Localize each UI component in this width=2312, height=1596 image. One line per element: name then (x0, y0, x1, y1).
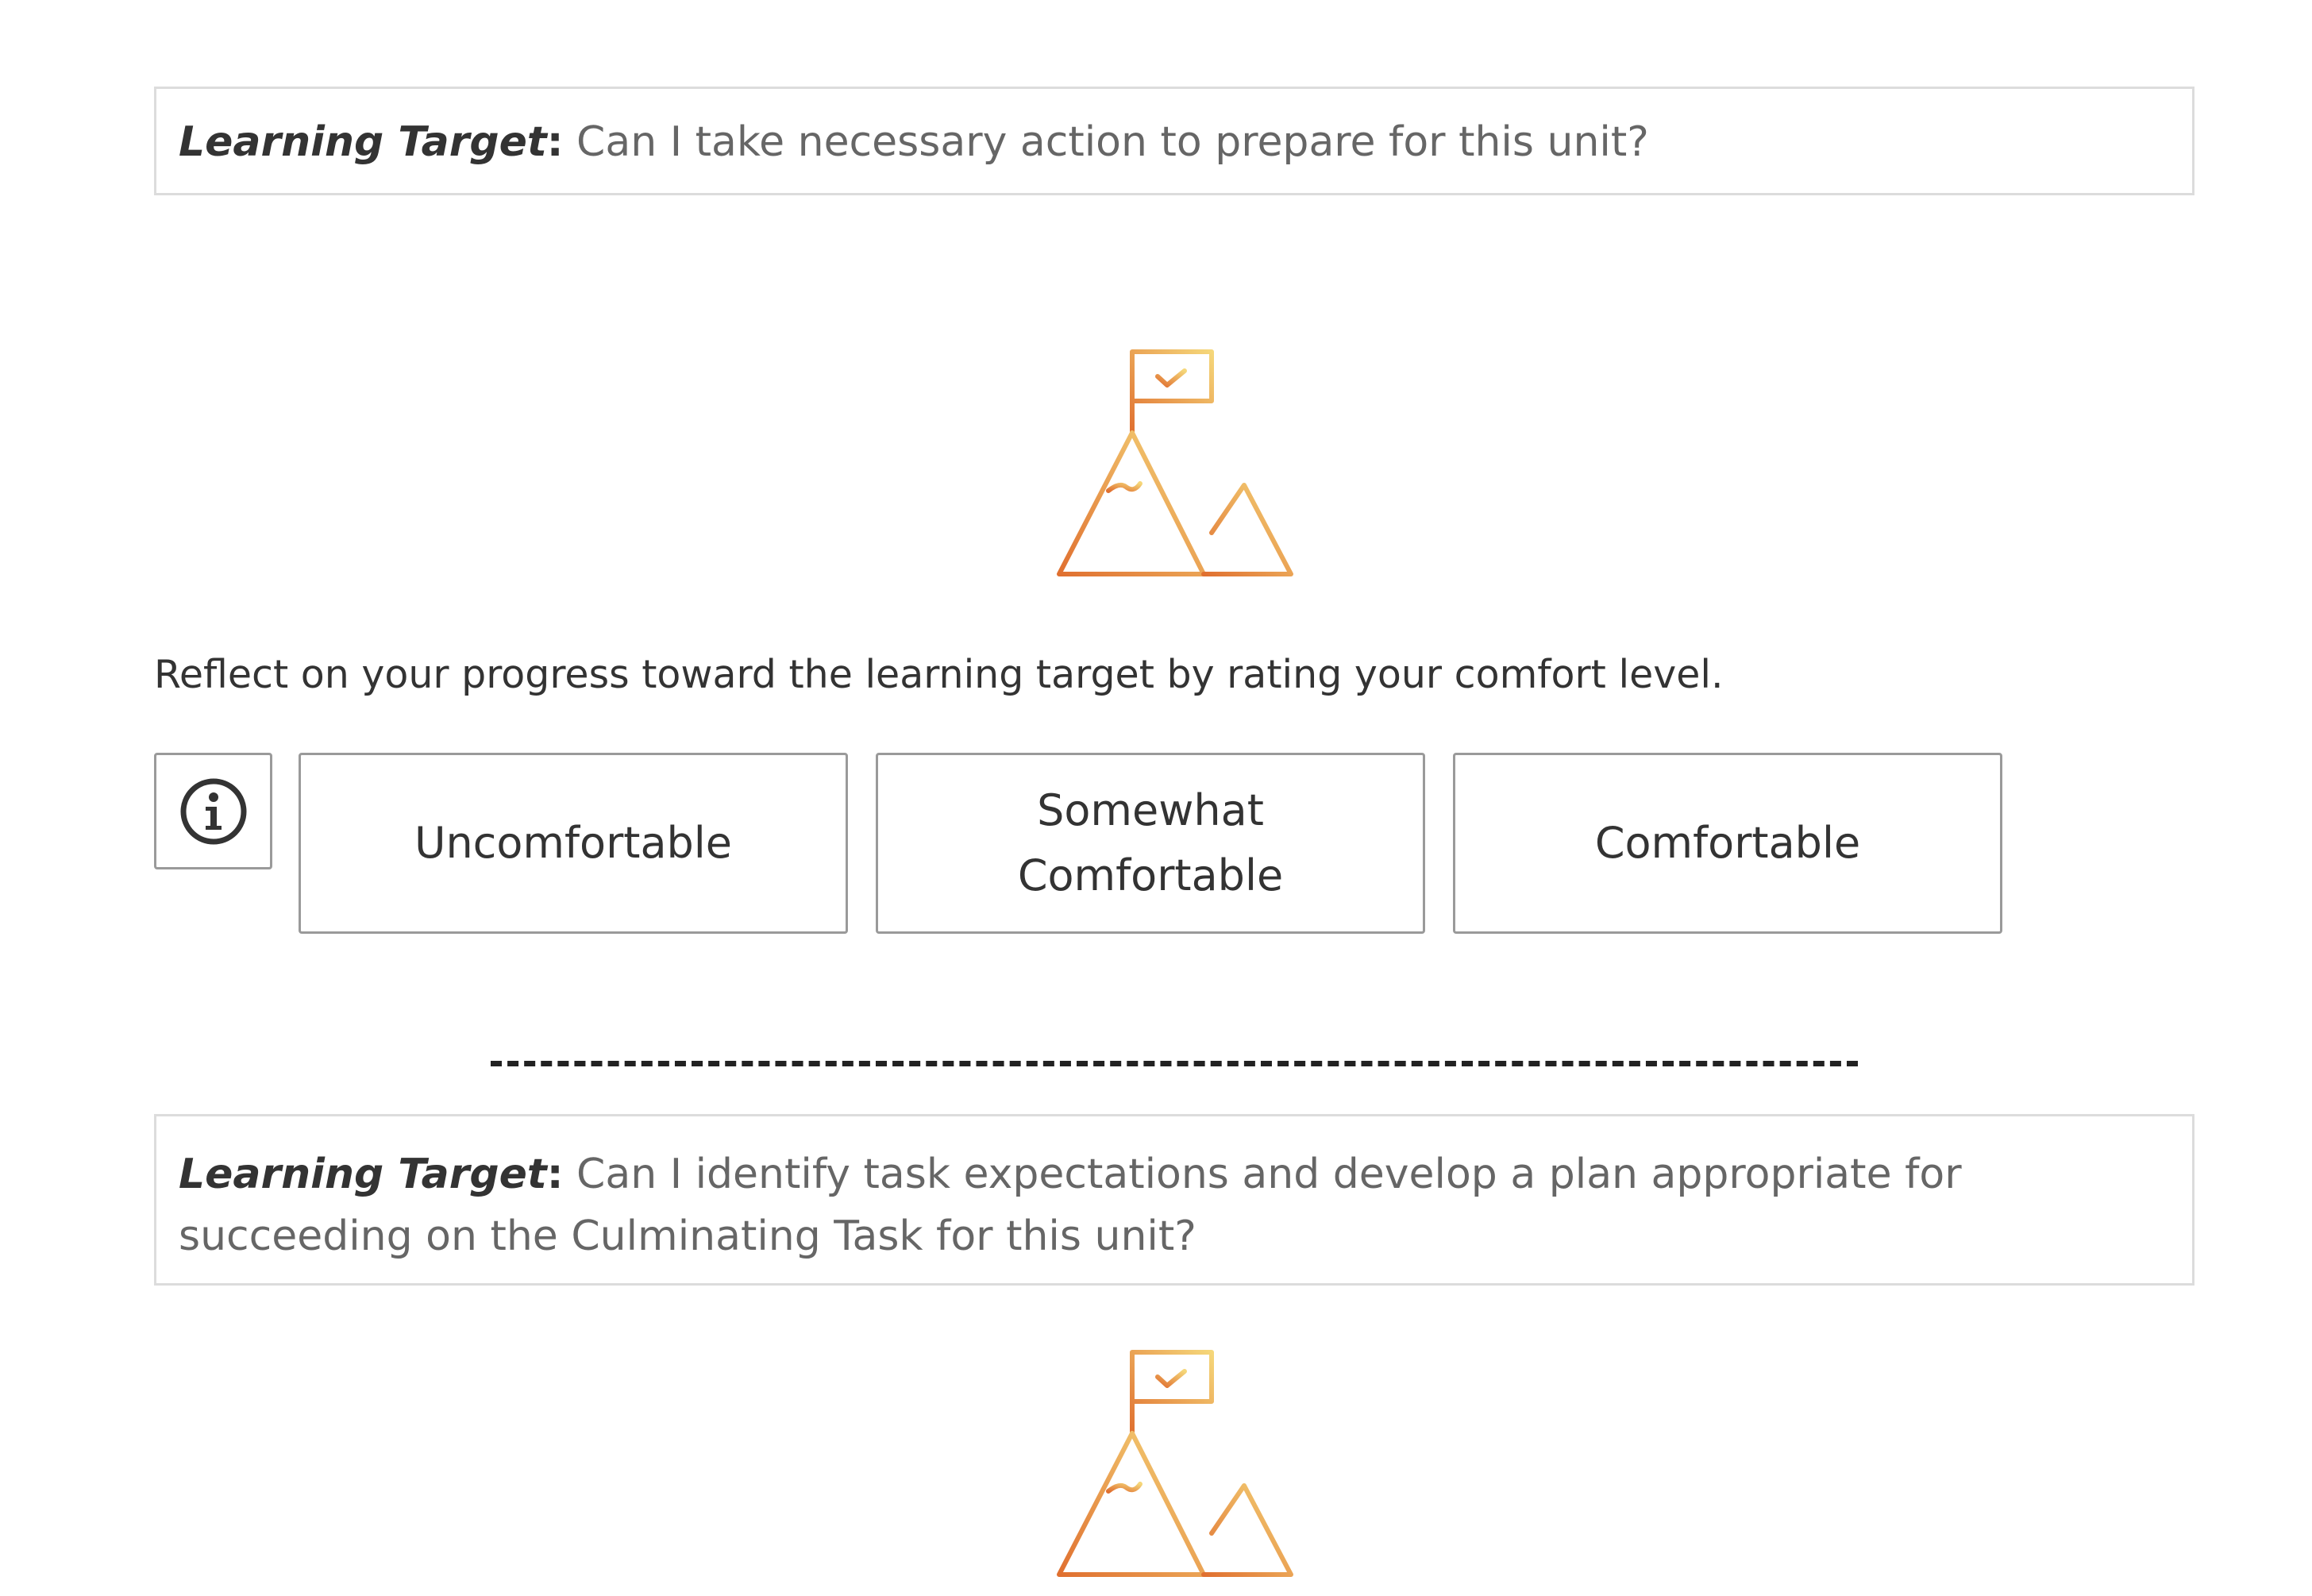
info-circle-icon (180, 778, 246, 844)
rating-prompt: Reflect on your progress toward the lear… (154, 652, 1724, 697)
rating-option-label: Somewhat Comfortable (1017, 785, 1284, 900)
learning-target-colon: : (546, 1151, 564, 1198)
rating-option-label: Uncomfortable (414, 818, 733, 868)
learning-target-question: Can I take necessary action to prepare f… (576, 118, 1649, 166)
mountain-flag-icon (1048, 1338, 1302, 1584)
info-button[interactable] (154, 753, 272, 869)
learning-target-label: Learning Target (179, 118, 547, 166)
mountain-flag-icon (1048, 337, 1302, 584)
learning-target-box: Learning Target: Can I identify task exp… (154, 1114, 2194, 1286)
rating-comfortable-button[interactable]: Comfortable (1453, 753, 2002, 934)
learning-target-label: Learning Target (179, 1151, 547, 1198)
learning-target-colon: : (546, 118, 564, 166)
rating-option-label: Comfortable (1594, 818, 1861, 868)
rating-uncomfortable-button[interactable]: Uncomfortable (299, 753, 848, 934)
rating-somewhat-comfortable-button[interactable]: Somewhat Comfortable (876, 753, 1425, 934)
dashed-separator (491, 1061, 1858, 1066)
learning-target-box: Learning Target: Can I take necessary ac… (154, 87, 2194, 195)
